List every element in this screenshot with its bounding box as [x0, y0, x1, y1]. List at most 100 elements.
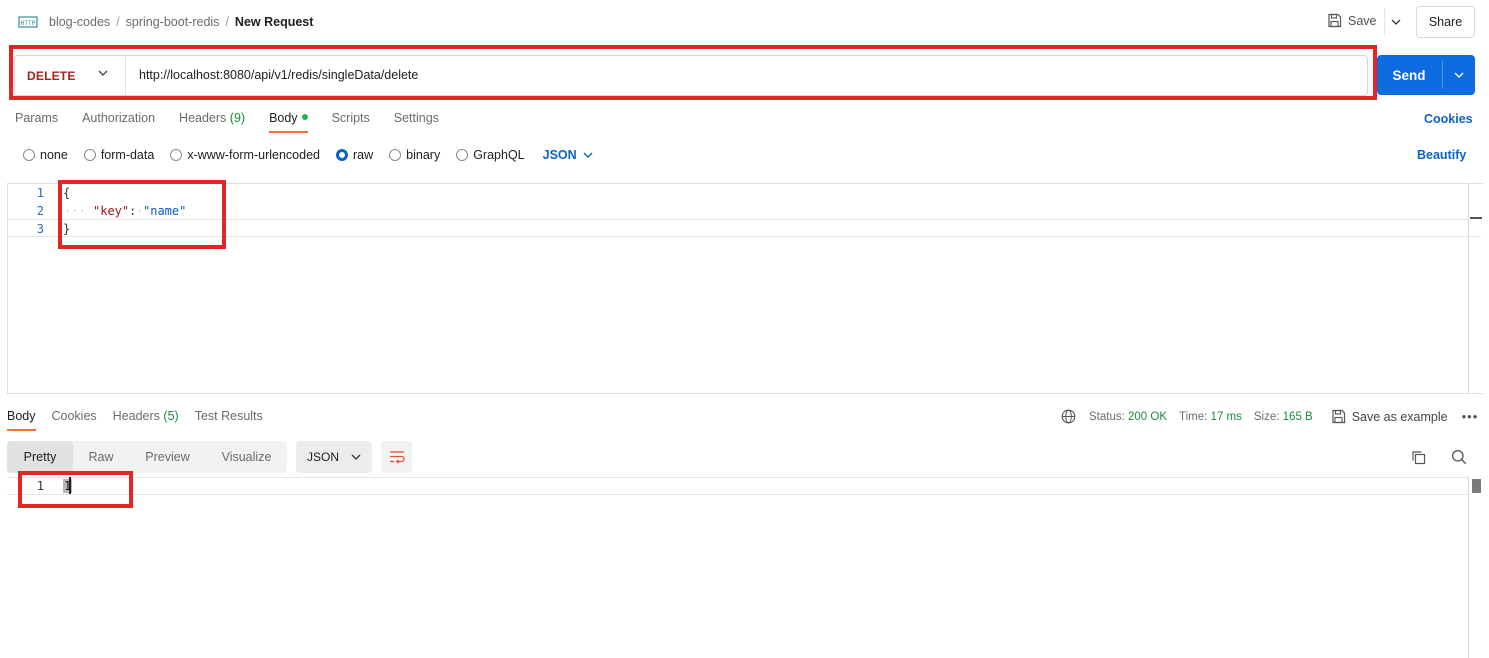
response-tab-headers-label: Headers: [112, 409, 160, 423]
radio-form-data[interactable]: form-data: [83, 148, 155, 162]
body-format-select[interactable]: JSON: [543, 148, 593, 162]
view-mode-preview[interactable]: Preview: [129, 441, 206, 473]
highlight-box-response: [18, 471, 133, 508]
breadcrumb-separator: /: [225, 15, 229, 29]
response-tab-test-results[interactable]: Test Results: [195, 409, 263, 431]
radio-circle: [456, 149, 469, 161]
radio-circle: [23, 149, 35, 161]
chevron-down-icon: [351, 454, 361, 460]
globe-icon[interactable]: [1061, 409, 1076, 424]
time-item[interactable]: Time: 17 ms: [1179, 411, 1242, 423]
chevron-down-icon: [1454, 72, 1464, 78]
send-button[interactable]: Send: [1377, 55, 1441, 95]
radio-circle-selected: [336, 149, 348, 161]
response-format-select[interactable]: JSON: [296, 441, 372, 473]
response-tab-headers[interactable]: Headers (5): [113, 409, 179, 431]
radio-graphql[interactable]: GraphQL: [456, 148, 525, 162]
tab-body-label: Body: [269, 111, 298, 125]
save-options-button[interactable]: [1384, 8, 1406, 36]
line-number: 1: [36, 186, 44, 200]
wrap-lines-button[interactable]: [381, 441, 412, 473]
time-label: Time:: [1179, 410, 1208, 423]
request-name[interactable]: New Request: [235, 15, 314, 29]
svg-text:HTTP: HTTP: [21, 20, 36, 27]
status-value: 200 OK: [1128, 410, 1168, 423]
status-item[interactable]: Status: 200 OK: [1089, 411, 1167, 423]
radio-urlencoded[interactable]: x-www-form-urlencoded: [170, 148, 320, 162]
line-guide: [7, 219, 1468, 220]
status-label: Status:: [1089, 410, 1125, 423]
send-options-button[interactable]: [1443, 55, 1475, 95]
tab-params[interactable]: Params: [15, 111, 58, 133]
save-as-example-button[interactable]: Save as example: [1331, 409, 1448, 424]
response-scroll-marker: [1472, 479, 1481, 493]
send-button-group: Send: [1377, 55, 1475, 95]
tab-settings[interactable]: Settings: [394, 111, 439, 133]
radio-label: GraphQL: [473, 148, 525, 162]
body-type-options: none form-data x-www-form-urlencoded raw…: [23, 148, 593, 162]
line-number: 3: [36, 222, 44, 236]
http-icon: HTTP: [18, 16, 38, 28]
breadcrumb-item-blog-codes[interactable]: blog-codes: [49, 15, 110, 29]
search-icon[interactable]: [1451, 449, 1467, 465]
response-view-modes: Pretty Raw Preview Visualize: [7, 441, 287, 473]
response-headers-count: (5): [163, 409, 179, 423]
body-format-label: JSON: [542, 148, 577, 162]
view-mode-raw[interactable]: Raw: [73, 441, 129, 473]
radio-circle: [389, 149, 402, 161]
save-button[interactable]: Save: [1327, 13, 1377, 28]
editor-scrollbar[interactable]: [1468, 183, 1469, 394]
beautify-button[interactable]: Beautify: [1417, 148, 1466, 162]
floppy-disk-icon: [1328, 13, 1342, 28]
response-format-label: JSON: [307, 450, 340, 464]
chevron-down-icon: [583, 152, 593, 158]
size-item[interactable]: Size: 165 B: [1254, 411, 1313, 423]
radio-label: x-www-form-urlencoded: [187, 148, 320, 162]
radio-label: form-data: [100, 148, 155, 162]
top-bar: HTTP blog-codes / spring-boot-redis / New Re…: [0, 0, 1489, 44]
copy-icon[interactable]: [1411, 450, 1426, 465]
view-mode-visualize[interactable]: Visualize: [206, 441, 287, 473]
line-guide: [7, 236, 1481, 237]
radio-binary[interactable]: binary: [389, 148, 440, 162]
radio-label: none: [40, 148, 68, 162]
response-tab-cookies[interactable]: Cookies: [52, 409, 97, 431]
view-mode-pretty[interactable]: Pretty: [7, 441, 73, 473]
tab-body[interactable]: Body: [269, 111, 308, 133]
radio-label: binary: [406, 148, 441, 162]
request-tabs: Params Authorization Headers (9) Body Sc…: [15, 111, 463, 133]
request-body-editor[interactable]: [7, 183, 1483, 394]
radio-none[interactable]: none: [23, 148, 68, 162]
save-as-example-label: Save as example: [1351, 409, 1448, 424]
floppy-disk-icon: [1332, 409, 1345, 424]
line-guide: [7, 477, 1469, 478]
body-indicator-dot: [301, 113, 308, 120]
response-status-bar: Status: 200 OK Time: 17 ms Size: 165 B S…: [1061, 409, 1478, 424]
cookies-link[interactable]: Cookies: [1424, 112, 1473, 126]
response-tabs: Body Cookies Headers (5) Test Results: [7, 409, 279, 431]
chevron-down-icon: [1391, 19, 1400, 25]
line-guide: [7, 494, 1469, 495]
share-button[interactable]: Share: [1416, 6, 1475, 38]
radio-raw[interactable]: raw: [336, 148, 373, 162]
tab-authorization[interactable]: Authorization: [82, 111, 155, 133]
time-value: 17 ms: [1210, 410, 1242, 423]
tab-headers[interactable]: Headers (9): [179, 111, 245, 133]
editor-scroll-marker: [1470, 217, 1482, 219]
size-value: 165 B: [1282, 410, 1313, 423]
response-tab-body[interactable]: Body: [7, 409, 36, 431]
tab-headers-label: Headers: [179, 111, 227, 125]
breadcrumb-separator: /: [116, 15, 120, 29]
wrap-lines-icon: [389, 451, 405, 464]
highlight-box-url: [9, 45, 1377, 100]
radio-circle: [83, 149, 96, 161]
tab-scripts[interactable]: Scripts: [332, 111, 370, 133]
headers-count-badge: (9): [229, 111, 246, 125]
radio-circle: [170, 149, 183, 161]
response-scrollbar[interactable]: [1468, 477, 1469, 658]
save-label: Save: [1348, 13, 1377, 28]
breadcrumb-item-spring-boot-redis[interactable]: spring-boot-redis: [126, 15, 220, 29]
line-number: 2: [36, 204, 44, 218]
more-options-icon[interactable]: •••: [1462, 409, 1479, 424]
size-label: Size:: [1253, 410, 1280, 423]
